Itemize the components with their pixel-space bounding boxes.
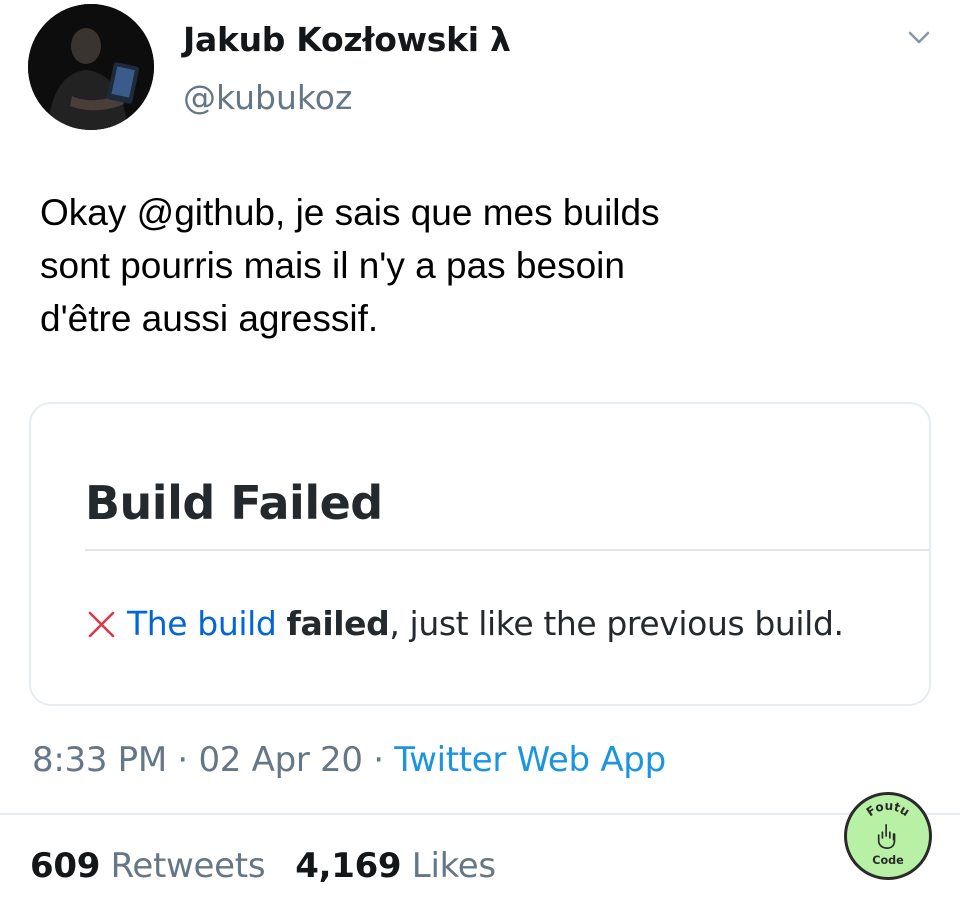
profile-photo-icon	[28, 4, 154, 130]
chevron-down-icon	[908, 31, 930, 44]
tweet-source-link[interactable]: Twitter Web App	[394, 740, 666, 780]
more-options-caret[interactable]	[903, 22, 935, 54]
meta-separator: ·	[362, 740, 395, 780]
tweet-meta: 8:33 PM · 02 Apr 20 · Twitter Web App	[32, 740, 666, 780]
status-suffix: , just like the previous build.	[389, 604, 844, 643]
build-status-line: The build failed, just like the previous…	[85, 604, 844, 643]
hand-icon	[877, 823, 896, 849]
retweets-stat[interactable]: 609 Retweets	[30, 846, 266, 886]
tweet-text: Okay @github, je sais que mes builds son…	[40, 192, 660, 339]
retweets-label: Retweets	[110, 846, 266, 886]
tweet-stats: 609 Retweets 4,169 Likes	[30, 846, 496, 886]
card-divider	[85, 549, 929, 551]
x-icon	[85, 607, 119, 641]
retweets-count: 609	[30, 846, 101, 886]
likes-count: 4,169	[295, 846, 402, 886]
likes-stat[interactable]: 4,169 Likes	[295, 846, 496, 886]
stats-divider	[0, 813, 960, 815]
meta-separator: ·	[166, 740, 199, 780]
watermark-top-text: Foutu	[864, 799, 912, 819]
likes-label: Likes	[411, 846, 496, 886]
embedded-image-card[interactable]: Build Failed The build failed, just like…	[29, 402, 931, 706]
tweet-date[interactable]: 02 Apr 20	[198, 740, 363, 780]
svg-text:Foutu: Foutu	[864, 799, 912, 819]
build-link: The build	[127, 604, 277, 643]
watermark-logo: Foutu Code	[844, 792, 932, 880]
watermark-bottom-text: Code	[872, 854, 904, 867]
display-name[interactable]: Jakub Kozłowski λ	[183, 20, 511, 59]
tweet-time[interactable]: 8:33 PM	[32, 740, 167, 780]
user-handle[interactable]: @kubukoz	[183, 78, 352, 117]
card-title: Build Failed	[85, 476, 383, 530]
avatar[interactable]	[28, 4, 154, 130]
failed-text: failed	[286, 604, 390, 643]
